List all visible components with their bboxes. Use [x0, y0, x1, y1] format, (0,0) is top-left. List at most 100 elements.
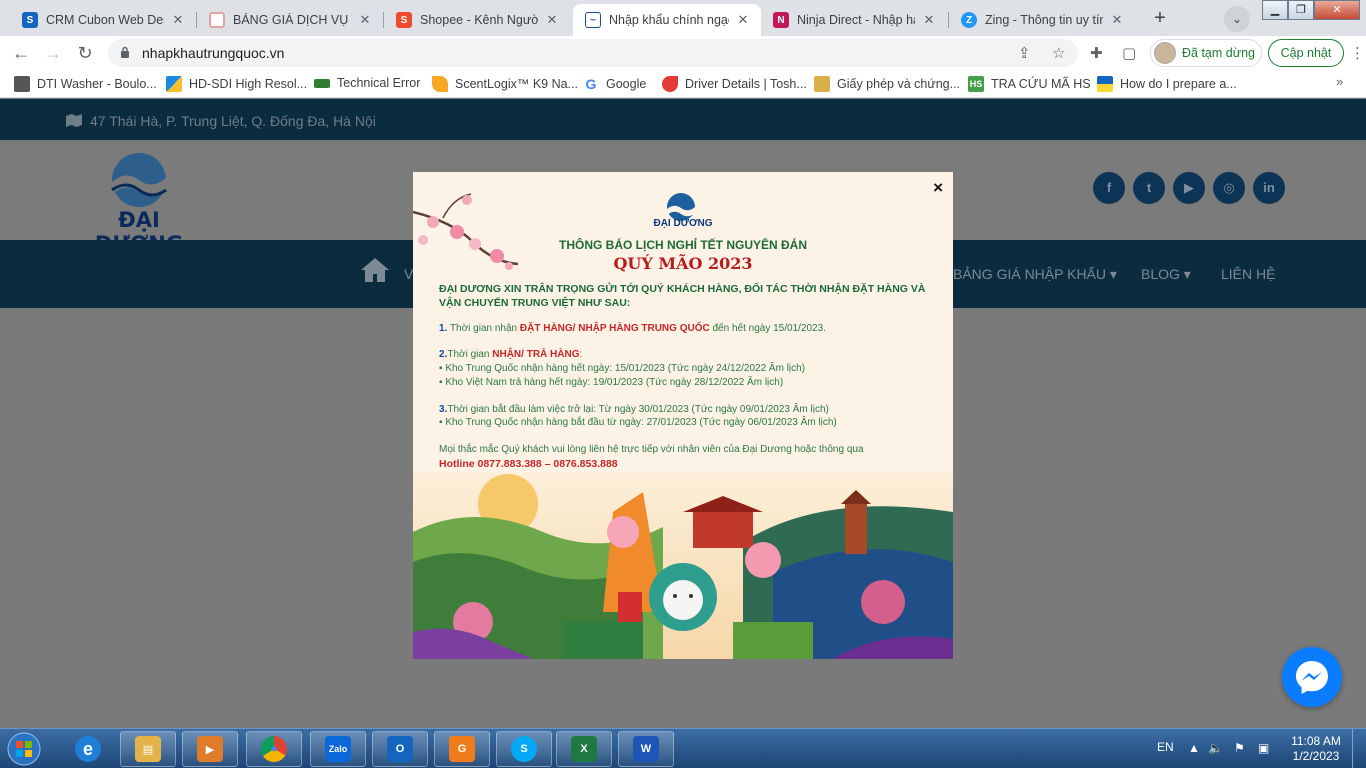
- windows-start-icon[interactable]: [4, 731, 44, 767]
- zing-favicon-icon: Z: [961, 12, 977, 28]
- hd-sdi-favicon-icon: [166, 76, 182, 92]
- map-icon: [66, 114, 82, 127]
- share-icon[interactable]: ⇪: [1018, 44, 1031, 62]
- internet-explorer-icon: e: [75, 736, 101, 762]
- close-tab-icon[interactable]: ✕: [357, 12, 373, 28]
- bookmark-giay-phep[interactable]: Giấy phép và chứng...: [814, 76, 960, 92]
- popup-intro: ĐẠI DƯƠNG XIN TRÂN TRỌNG GỬI TỚI QUÝ KHÁ…: [439, 283, 926, 309]
- tab-nhap-khau[interactable]: ~ Nhập khẩu chính ngạch ✕: [573, 4, 761, 36]
- outlook-icon: O: [387, 736, 413, 762]
- show-desktop-button[interactable]: [1352, 729, 1366, 768]
- youtube-icon[interactable]: ▶: [1173, 172, 1205, 204]
- new-tab-button[interactable]: +: [1147, 6, 1173, 32]
- excel-icon: X: [571, 736, 597, 762]
- tab-bang-gia[interactable]: BẢNG GIÁ DỊCH VỤ ĐẶT ✕: [197, 4, 383, 36]
- wave-logo-icon: [111, 153, 167, 207]
- bookmark-hd-sdi[interactable]: HD-SDI High Resol...: [166, 76, 307, 92]
- system-clock[interactable]: 11:08 AM 1/2/2023: [1284, 734, 1348, 764]
- address-bar[interactable]: nhapkhautrungquoc.vn ⇪ ☆: [108, 39, 1078, 67]
- tray-expand-icon[interactable]: ▲: [1188, 741, 1200, 755]
- close-tab-icon[interactable]: ✕: [735, 12, 751, 28]
- side-panel-icon[interactable]: ▢: [1122, 44, 1136, 62]
- bookmark-google[interactable]: G Google: [583, 76, 647, 92]
- close-tab-icon[interactable]: ✕: [921, 12, 937, 28]
- nav-item-partial[interactable]: V: [404, 266, 413, 282]
- taskbar-skype[interactable]: S: [496, 731, 552, 767]
- close-tab-icon[interactable]: ✕: [170, 12, 186, 28]
- skype-icon: S: [511, 736, 537, 762]
- tet-notice-popup: × ĐẠI DƯƠNG THÔNG BÁO LỊCH NGHỈ TẾT NGUY…: [413, 172, 953, 659]
- volume-icon[interactable]: 🔈: [1208, 741, 1223, 755]
- tab-zing[interactable]: Z Zing - Thông tin uy tín, ✕: [949, 4, 1135, 36]
- nav-item-lien-he[interactable]: LIÊN HỆ: [1221, 266, 1275, 282]
- how-do-i-favicon-icon: [1097, 76, 1113, 92]
- messenger-chat-button[interactable]: [1282, 647, 1342, 707]
- home-icon[interactable]: [360, 257, 390, 283]
- taskbar-zalo[interactable]: Zalo: [310, 731, 366, 767]
- forward-icon[interactable]: →: [42, 42, 64, 64]
- input-language[interactable]: EN: [1157, 740, 1174, 754]
- avatar: [1154, 42, 1176, 64]
- profile-button[interactable]: Đã tạm dừng: [1150, 39, 1262, 67]
- site-address: 47 Thái Hà, P. Trung Liệt, Q. Đống Đa, H…: [90, 113, 376, 129]
- crm-favicon-icon: S: [22, 12, 38, 28]
- taskbar-chrome[interactable]: ●: [246, 731, 302, 767]
- nav-item-bang-gia[interactable]: BẢNG GIÁ NHẬP KHẨU ▾: [953, 266, 1117, 283]
- linkedin-icon[interactable]: in: [1253, 172, 1285, 204]
- bookmarks-overflow-icon[interactable]: »: [1336, 74, 1343, 89]
- bookmarks-bar: DTI Washer - Boulo... HD-SDI High Resol.…: [0, 70, 1366, 98]
- bookmark-scentlogix[interactable]: ScentLogix™ K9 Na...: [432, 76, 578, 92]
- bookmark-tra-cuu-hs[interactable]: HS TRA CỨU MÃ HS: [968, 76, 1091, 92]
- notice-item-2: 2.Thời gian NHẬN/ TRẢ HÀNG:: [439, 349, 583, 360]
- messenger-icon: [1296, 661, 1328, 694]
- tab-crm[interactable]: S CRM Cubon Web Design ✕: [10, 4, 196, 36]
- taskbar-word[interactable]: W: [618, 731, 674, 767]
- ninja-favicon-icon: N: [773, 12, 789, 28]
- action-center-flag-icon[interactable]: ⚑: [1234, 741, 1245, 755]
- popup-close-button[interactable]: ×: [933, 178, 943, 198]
- taskbar-excel[interactable]: X: [556, 731, 612, 767]
- back-icon[interactable]: ←: [10, 42, 32, 64]
- tab-ninja[interactable]: N Ninja Direct - Nhập hàng ✕: [761, 4, 947, 36]
- dti-favicon-icon: [14, 76, 30, 92]
- tab-search-icon[interactable]: ⌄: [1224, 6, 1250, 32]
- taskbar-media-player[interactable]: ▶: [182, 731, 238, 767]
- tet-illustration-image: [413, 472, 953, 659]
- bookmark-driver-details[interactable]: Driver Details | Tosh...: [662, 76, 807, 92]
- site-logo[interactable]: ĐẠI DƯƠNG: [80, 152, 198, 256]
- bookmark-technical-error[interactable]: Technical Error: [314, 76, 420, 90]
- tab-shopee[interactable]: S Shopee - Kênh Người bán ✕: [384, 4, 570, 36]
- reload-icon[interactable]: ↻: [74, 42, 96, 64]
- notice-hotline[interactable]: Hotline 0877.883.388 – 0876.853.888: [439, 458, 618, 470]
- popup-year: QUÝ MÃO 2023: [613, 254, 753, 273]
- license-favicon-icon: [814, 76, 830, 92]
- hs-favicon-icon: HS: [968, 76, 984, 92]
- taskbar-outlook[interactable]: O: [372, 731, 428, 767]
- update-button[interactable]: Cập nhật: [1268, 39, 1344, 67]
- taskbar-ie[interactable]: e: [60, 731, 116, 767]
- window-close-icon[interactable]: ✕: [1314, 0, 1360, 20]
- extensions-icon[interactable]: ✚: [1090, 44, 1103, 62]
- bookmark-how-do-i[interactable]: How do I prepare a...: [1097, 76, 1237, 92]
- bookmark-star-icon[interactable]: ☆: [1052, 44, 1065, 62]
- caret-down-icon: ▾: [1183, 266, 1191, 282]
- maximize-icon[interactable]: ❐: [1288, 0, 1314, 20]
- instagram-icon[interactable]: ◎: [1213, 172, 1245, 204]
- notice-item-1: 1. Thời gian nhận ĐẶT HÀNG/ NHẬP HÀNG TR…: [439, 323, 826, 334]
- bookmark-dti-washer[interactable]: DTI Washer - Boulo...: [14, 76, 157, 92]
- zalo-icon: Zalo: [325, 736, 351, 762]
- close-tab-icon[interactable]: ✕: [544, 12, 560, 28]
- taskbar-foxit[interactable]: G: [434, 731, 490, 767]
- nav-item-blog[interactable]: BLOG ▾: [1141, 266, 1191, 283]
- popup-brand: ĐẠI DƯƠNG: [653, 218, 713, 229]
- close-tab-icon[interactable]: ✕: [1109, 12, 1125, 28]
- twitter-icon[interactable]: t: [1133, 172, 1165, 204]
- shopee-favicon-icon: S: [396, 12, 412, 28]
- facebook-icon[interactable]: f: [1093, 172, 1125, 204]
- taskbar-explorer[interactable]: ▤: [120, 731, 176, 767]
- minimize-icon[interactable]: ▁: [1262, 0, 1288, 20]
- menu-kebab-icon[interactable]: ⋮: [1350, 44, 1365, 62]
- url-text: nhapkhautrungquoc.vn: [142, 45, 285, 61]
- network-icon[interactable]: ▣: [1258, 741, 1269, 755]
- notice-item-3-line: ▪ Kho Trung Quốc nhận hàng bắt đầu từ ng…: [439, 417, 837, 428]
